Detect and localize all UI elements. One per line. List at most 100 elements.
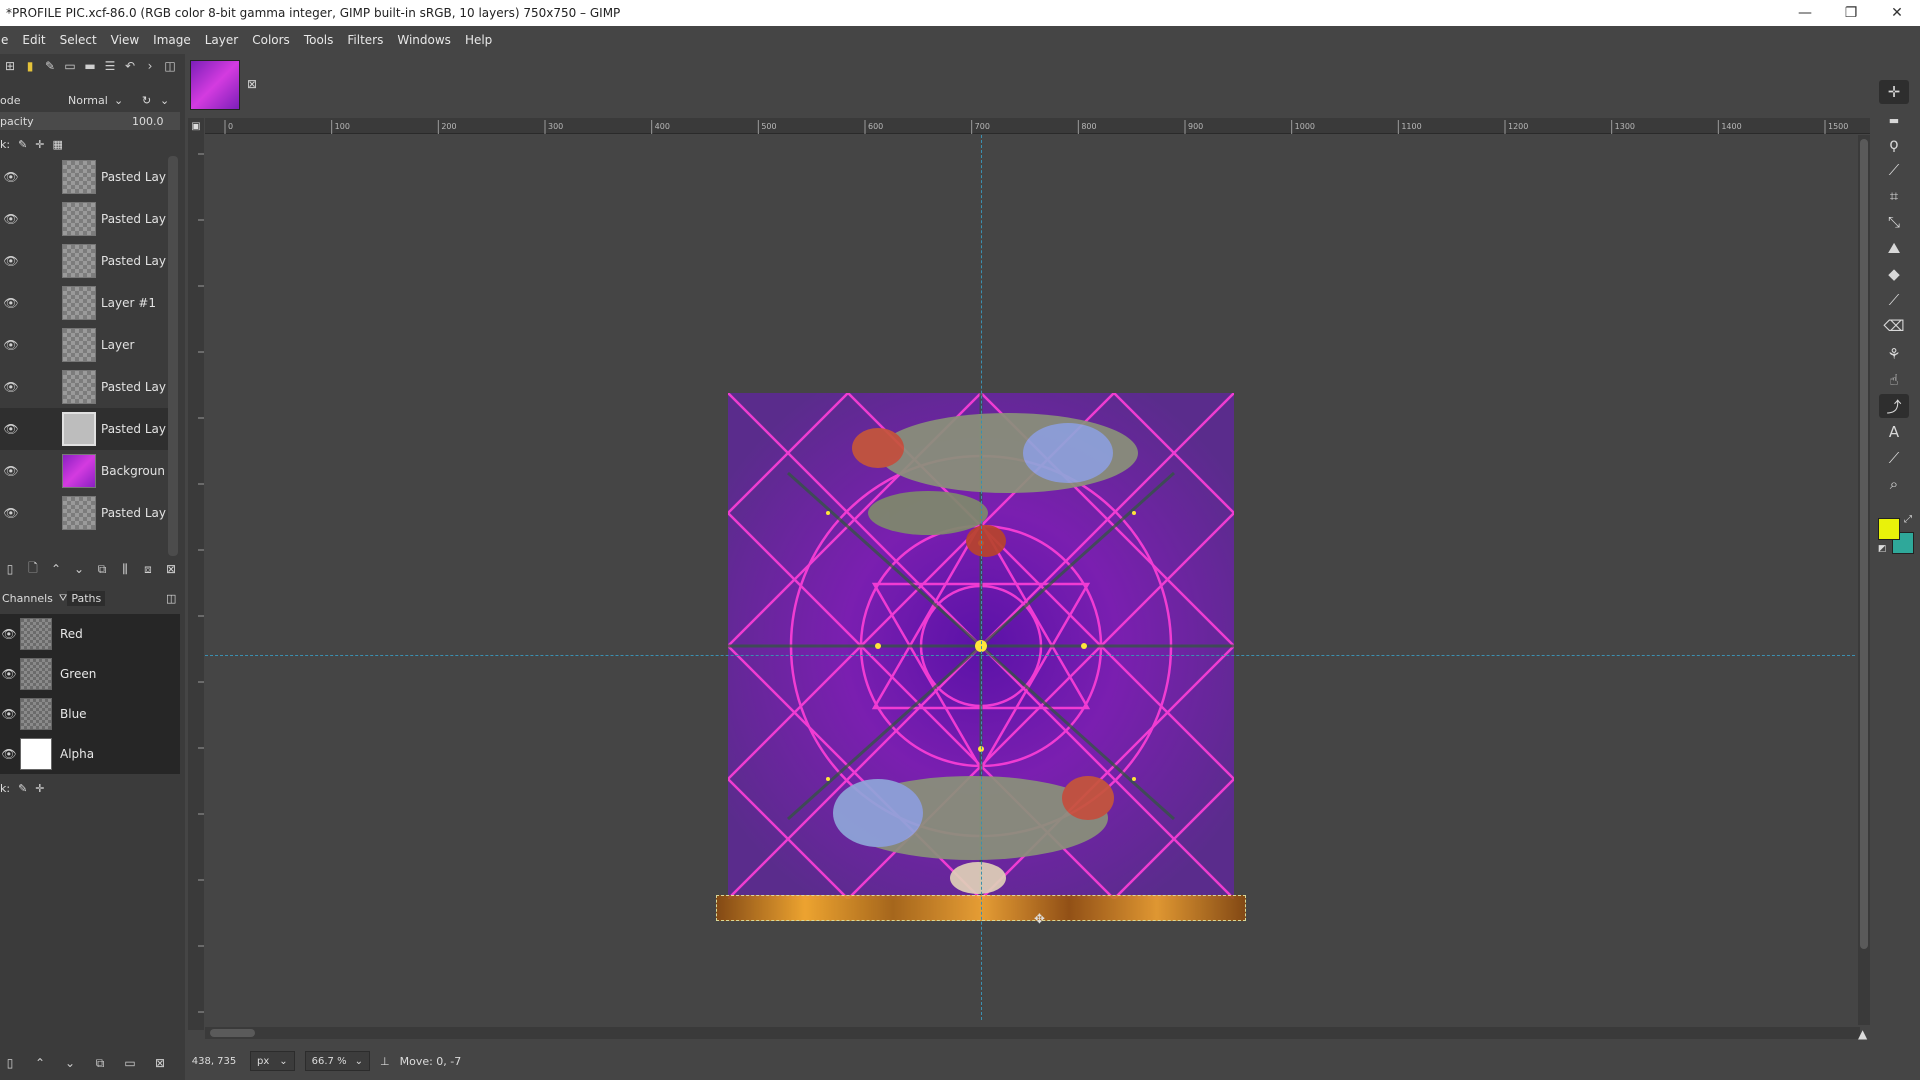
menu-windows[interactable]: Windows <box>390 33 458 47</box>
eye-icon[interactable]: 👁 <box>0 667 18 681</box>
eye-icon[interactable]: 👁 <box>0 707 18 721</box>
clone-icon[interactable]: ⚘ <box>1879 342 1909 366</box>
eye-icon[interactable]: 👁 <box>0 338 22 352</box>
tab-paths[interactable]: Paths <box>67 590 106 606</box>
scroll-thumb[interactable] <box>1860 139 1868 949</box>
channel-row[interactable]: 👁 Blue <box>0 694 180 734</box>
eye-icon[interactable]: 👁 <box>0 296 22 310</box>
reset-mode-icon[interactable]: ↻ <box>142 94 151 107</box>
to-selection-icon[interactable]: ▭ <box>122 1055 138 1071</box>
eye-icon[interactable]: 👁 <box>0 170 22 184</box>
default-colors-icon[interactable]: ◩ <box>1878 544 1887 554</box>
tab-channels[interactable]: Channels <box>0 592 55 605</box>
close-image-icon[interactable]: ⊠ <box>244 76 260 92</box>
layer-row[interactable]: 👁 Pasted Lay <box>0 198 170 240</box>
lower-icon[interactable]: ⌄ <box>62 1055 78 1071</box>
channel-row[interactable]: 👁 Green <box>0 654 180 694</box>
new-channel-icon[interactable]: ▯ <box>2 1055 18 1071</box>
menu-tools[interactable]: Tools <box>297 33 341 47</box>
menu-file[interactable]: e <box>0 33 15 47</box>
rect-select-icon[interactable]: ▬ <box>1879 108 1909 132</box>
horizontal-ruler[interactable]: 0 100 200 300 400 500 600 700 800 900 1000 1100 1200… <box>205 118 1870 134</box>
smudge-icon[interactable]: ☝ <box>1879 368 1909 392</box>
horizontal-scrollbar[interactable] <box>205 1027 1860 1039</box>
dock-menu-icon[interactable]: ◫ <box>162 58 178 74</box>
eraser-icon[interactable]: ⌫ <box>1879 314 1909 338</box>
layer-row[interactable]: 👁 Pasted Lay <box>0 156 170 198</box>
maximize-button[interactable]: ❐ <box>1828 0 1874 26</box>
crop-icon[interactable]: ⌗ <box>1879 184 1909 208</box>
menu-layer[interactable]: Layer <box>198 33 245 47</box>
lock-position-icon[interactable]: ✛ <box>35 782 44 795</box>
foreground-color-swatch[interactable] <box>1878 518 1900 540</box>
eye-icon[interactable]: 👁 <box>0 747 18 761</box>
menu-colors[interactable]: Colors <box>245 33 297 47</box>
vertical-scrollbar[interactable] <box>1858 135 1870 1025</box>
close-button[interactable]: ✕ <box>1874 0 1920 26</box>
text-icon[interactable]: A <box>1879 420 1909 444</box>
transform-icon[interactable]: ⤡ <box>1879 210 1909 234</box>
eye-icon[interactable]: 👁 <box>0 506 22 520</box>
layer-list-scrollbar[interactable] <box>168 156 178 556</box>
layer-row-selected[interactable]: 👁 Pasted Lay <box>0 408 170 450</box>
channel-row[interactable]: 👁 Red <box>0 614 180 654</box>
paint-icon[interactable]: ✎ <box>42 58 58 74</box>
eye-icon[interactable]: 👁 <box>0 464 22 478</box>
vertical-ruler[interactable] <box>188 134 204 1030</box>
lock-alpha-icon[interactable]: ▦ <box>53 138 63 151</box>
paths-icon[interactable]: ⤴ <box>1879 394 1909 418</box>
vertical-guide[interactable] <box>981 135 982 1020</box>
swap-colors-icon[interactable]: ⤢ <box>1904 514 1912 525</box>
brushes-icon[interactable]: ▮ <box>22 58 38 74</box>
menu-select[interactable]: Select <box>53 33 104 47</box>
dock-menu-icon[interactable]: ◫ <box>166 592 176 605</box>
horizontal-guide[interactable] <box>205 655 1855 656</box>
menu-image[interactable]: Image <box>146 33 198 47</box>
lasso-icon[interactable]: ϙ <box>1879 132 1909 156</box>
zoom-icon[interactable]: ⌕ <box>1879 472 1909 496</box>
layer-row[interactable]: 👁 Pasted Lay <box>0 492 170 534</box>
layer-row[interactable]: 👁 Pasted Lay <box>0 366 170 408</box>
quick-mask-corner[interactable]: ▣ <box>188 118 204 134</box>
scroll-thumb[interactable] <box>210 1029 255 1037</box>
merge-icon[interactable]: ⧈ <box>140 561 156 577</box>
bucket-fill-icon[interactable]: ◆ <box>1879 262 1909 286</box>
delete-icon[interactable]: ⊠ <box>152 1055 168 1071</box>
menu-help[interactable]: Help <box>458 33 499 47</box>
menu-view[interactable]: View <box>104 33 146 47</box>
undo-history-icon[interactable]: ↶ <box>122 58 138 74</box>
warp-icon[interactable]: ⛰ <box>1879 236 1909 260</box>
eye-icon[interactable]: 👁 <box>0 380 22 394</box>
duplicate-icon[interactable]: ⧉ <box>94 561 110 577</box>
minimize-button[interactable]: — <box>1782 0 1828 26</box>
menu-filters[interactable]: Filters <box>340 33 390 47</box>
eye-icon[interactable]: 👁 <box>0 627 18 641</box>
layers-tab-icon[interactable]: ☰ <box>102 58 118 74</box>
menu-edit[interactable]: Edit <box>15 33 52 47</box>
lower-icon[interactable]: ⌄ <box>71 561 87 577</box>
color-picker-icon[interactable]: ⟋ <box>1879 446 1909 470</box>
delete-icon[interactable]: ⊠ <box>163 561 179 577</box>
layer-row[interactable]: 👁 Backgroun <box>0 450 170 492</box>
chevron-right-icon[interactable]: › <box>142 58 158 74</box>
raise-icon[interactable]: ⌃ <box>32 1055 48 1071</box>
new-layer-icon[interactable]: 🗋 <box>25 561 41 577</box>
layer-group-icon[interactable]: ▯ <box>2 561 18 577</box>
unit-select[interactable]: px ⌄ <box>250 1051 295 1071</box>
eye-icon[interactable]: 👁 <box>0 212 22 226</box>
duplicate-icon[interactable]: ⧉ <box>92 1055 108 1071</box>
chevron-down-icon[interactable]: ⌄ <box>114 94 123 107</box>
mode-select[interactable]: Normal <box>68 94 108 107</box>
layer-row[interactable]: 👁 Pasted Lay <box>0 240 170 282</box>
fuzzy-select-icon[interactable]: ⟋ <box>1879 158 1909 182</box>
zoom-select[interactable]: 66.7 % ⌄ <box>304 1051 370 1071</box>
eye-icon[interactable]: 👁 <box>0 422 22 436</box>
tool-options-icon[interactable]: ⊞ <box>2 58 18 74</box>
chevron-down-icon[interactable]: ⌄ <box>160 94 169 107</box>
opacity-slider[interactable]: pacity 100.0 <box>0 112 180 130</box>
images-icon[interactable]: ▬ <box>82 58 98 74</box>
move-tool-icon[interactable]: ✛ <box>1879 80 1909 104</box>
gradient-icon[interactable]: ▭ <box>62 58 78 74</box>
lock-pixels-icon[interactable]: ✎ <box>18 782 27 795</box>
layer-row[interactable]: 👁 Layer #1 <box>0 282 170 324</box>
